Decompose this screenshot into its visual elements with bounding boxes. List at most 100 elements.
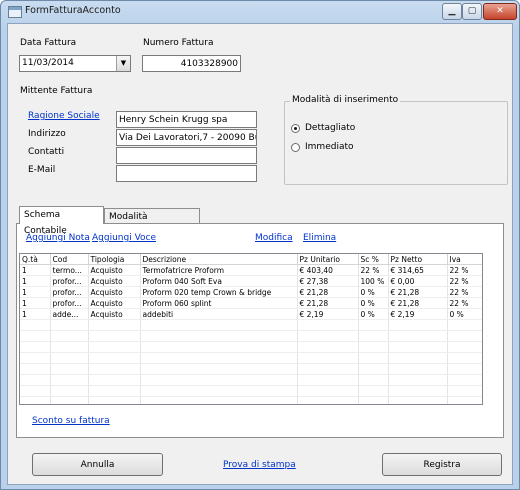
cell-sconto: 22 % <box>358 264 389 276</box>
cell-cod: termo... <box>50 264 89 276</box>
column-header[interactable]: Pz Netto <box>388 254 448 265</box>
cell-pz-netto: € 21,28 <box>388 297 448 309</box>
elimina-link[interactable]: Elimina <box>303 233 336 243</box>
modalita-groupbox: Modalità di inserimento Dettagliato Imme… <box>284 95 508 185</box>
empty-row <box>20 352 482 364</box>
radio-immediato-label[interactable]: Immediato <box>305 142 354 152</box>
column-header[interactable]: Pz Unitario <box>297 254 359 265</box>
column-header[interactable]: Descrizione <box>140 254 298 265</box>
cell-pz-unitario: € 2,19 <box>297 308 359 320</box>
modalita-title: Modalità di inserimento <box>290 95 401 105</box>
cell-qta: 1 <box>20 286 51 298</box>
cell-pz-unitario: € 27,38 <box>297 275 359 287</box>
cell-pz-netto: € 314,65 <box>388 264 448 276</box>
cell-descrizione: Proform 040 Soft Eva <box>140 275 298 287</box>
aggiungi-voce-link[interactable]: Aggiungi Voce <box>92 233 156 243</box>
form-icon <box>8 6 22 18</box>
cell-iva: 22 % <box>447 297 482 309</box>
email-field[interactable] <box>116 165 257 182</box>
cell-tipologia: Acquisto <box>88 308 141 320</box>
empty-row <box>20 341 482 353</box>
cell-pz-netto: € 0,00 <box>388 275 448 287</box>
form-client-area: Data Fattura 11/03/2014 ▼ Numero Fattura… <box>7 23 513 485</box>
table-row[interactable]: 1 termo... Acquisto Termofatricre Profor… <box>20 264 482 276</box>
cell-sconto: 100 % <box>358 275 389 287</box>
radio-dettagliato[interactable] <box>291 124 300 133</box>
data-fattura-select[interactable]: 11/03/2014 ▼ <box>19 55 131 72</box>
tab-schema-contabile[interactable]: Schema Contabile <box>19 206 104 236</box>
cell-iva: 0 % <box>447 308 482 320</box>
cell-pz-unitario: € 21,28 <box>297 297 359 309</box>
contatti-field[interactable] <box>116 147 257 164</box>
annulla-button[interactable]: Annulla <box>32 453 163 476</box>
main-window: FormFatturaAcconto ▁ ▢ ✕ Data Fattura 11… <box>0 0 520 490</box>
cell-iva: 22 % <box>447 264 482 276</box>
title-bar[interactable]: FormFatturaAcconto ▁ ▢ ✕ <box>1 1 519 23</box>
tab-modalita-pagamento[interactable]: Modalità Pagamento <box>104 208 200 238</box>
ragione-sociale-field[interactable]: Henry Schein Krugg spa <box>116 111 257 128</box>
close-button[interactable]: ✕ <box>483 3 517 20</box>
cell-descrizione: Proform 020 temp Crown & bridge <box>140 286 298 298</box>
cell-cod: adde... <box>50 308 89 320</box>
registra-button[interactable]: Registra <box>382 453 502 476</box>
chevron-down-icon[interactable]: ▼ <box>116 56 130 71</box>
indirizzo-field[interactable]: Via Dei Lavoratori,7 - 20090 Buccinasco <box>116 129 257 146</box>
table-row[interactable]: 1 adde... Acquisto addebiti € 2,19 0 % €… <box>20 308 482 320</box>
numero-fattura-label: Numero Fattura <box>143 38 214 48</box>
table-row[interactable]: 1 profor... Acquisto Proform 060 splint … <box>20 297 482 309</box>
cell-pz-netto: € 21,28 <box>388 286 448 298</box>
cell-descrizione: addebiti <box>140 308 298 320</box>
ragione-sociale-link[interactable]: Ragione Sociale <box>28 111 100 121</box>
cell-descrizione: Termofatricre Proform <box>140 264 298 276</box>
cell-cod: profor... <box>50 275 89 287</box>
radio-immediato[interactable] <box>291 143 300 152</box>
mittente-section-label: Mittente Fattura <box>20 86 93 96</box>
data-fattura-value: 11/03/2014 <box>22 58 74 68</box>
column-header[interactable]: Q.tà <box>20 254 51 265</box>
empty-row <box>20 385 482 397</box>
cell-sconto: 0 % <box>358 308 389 320</box>
modifica-link[interactable]: Modifica <box>255 233 293 243</box>
window-title: FormFatturaAcconto <box>25 5 121 16</box>
cell-tipologia: Acquisto <box>88 286 141 298</box>
indirizzo-label: Indirizzo <box>28 129 66 139</box>
sconto-fattura-link[interactable]: Sconto su fattura <box>32 416 110 426</box>
cell-tipologia: Acquisto <box>88 275 141 287</box>
cell-qta: 1 <box>20 297 51 309</box>
empty-row <box>20 330 482 342</box>
cell-tipologia: Acquisto <box>88 264 141 276</box>
voci-table[interactable]: Q.tà Cod Tipologia Descrizione Pz Unitar… <box>19 253 483 405</box>
column-header[interactable]: Sc % <box>358 254 389 265</box>
column-header[interactable]: Iva <box>447 254 482 265</box>
empty-row <box>20 319 482 331</box>
contatti-label: Contatti <box>28 147 65 157</box>
cell-pz-unitario: € 403,40 <box>297 264 359 276</box>
empty-row <box>20 396 482 404</box>
cell-sconto: 0 % <box>358 286 389 298</box>
email-label: E-Mail <box>28 165 56 175</box>
empty-row <box>20 374 482 386</box>
empty-row <box>20 363 482 375</box>
cell-qta: 1 <box>20 264 51 276</box>
numero-fattura-field[interactable]: 4103328900 <box>142 55 241 72</box>
cell-iva: 22 % <box>447 275 482 287</box>
cell-qta: 1 <box>20 275 51 287</box>
cell-cod: profor... <box>50 286 89 298</box>
table-row[interactable]: 1 profor... Acquisto Proform 020 temp Cr… <box>20 286 482 298</box>
cell-pz-netto: € 2,19 <box>388 308 448 320</box>
radio-dettagliato-label[interactable]: Dettagliato <box>305 123 355 133</box>
cell-pz-unitario: € 21,28 <box>297 286 359 298</box>
prova-stampa-link[interactable]: Prova di stampa <box>223 460 296 470</box>
column-header[interactable]: Tipologia <box>88 254 141 265</box>
minimize-button[interactable]: ▁ <box>442 3 462 20</box>
maximize-button[interactable]: ▢ <box>462 3 482 20</box>
column-header[interactable]: Cod <box>50 254 89 265</box>
cell-tipologia: Acquisto <box>88 297 141 309</box>
data-fattura-label: Data Fattura <box>20 38 77 48</box>
table-row[interactable]: 1 profor... Acquisto Proform 040 Soft Ev… <box>20 275 482 287</box>
cell-descrizione: Proform 060 splint <box>140 297 298 309</box>
cell-iva: 22 % <box>447 286 482 298</box>
cell-sconto: 0 % <box>358 297 389 309</box>
cell-cod: profor... <box>50 297 89 309</box>
cell-qta: 1 <box>20 308 51 320</box>
